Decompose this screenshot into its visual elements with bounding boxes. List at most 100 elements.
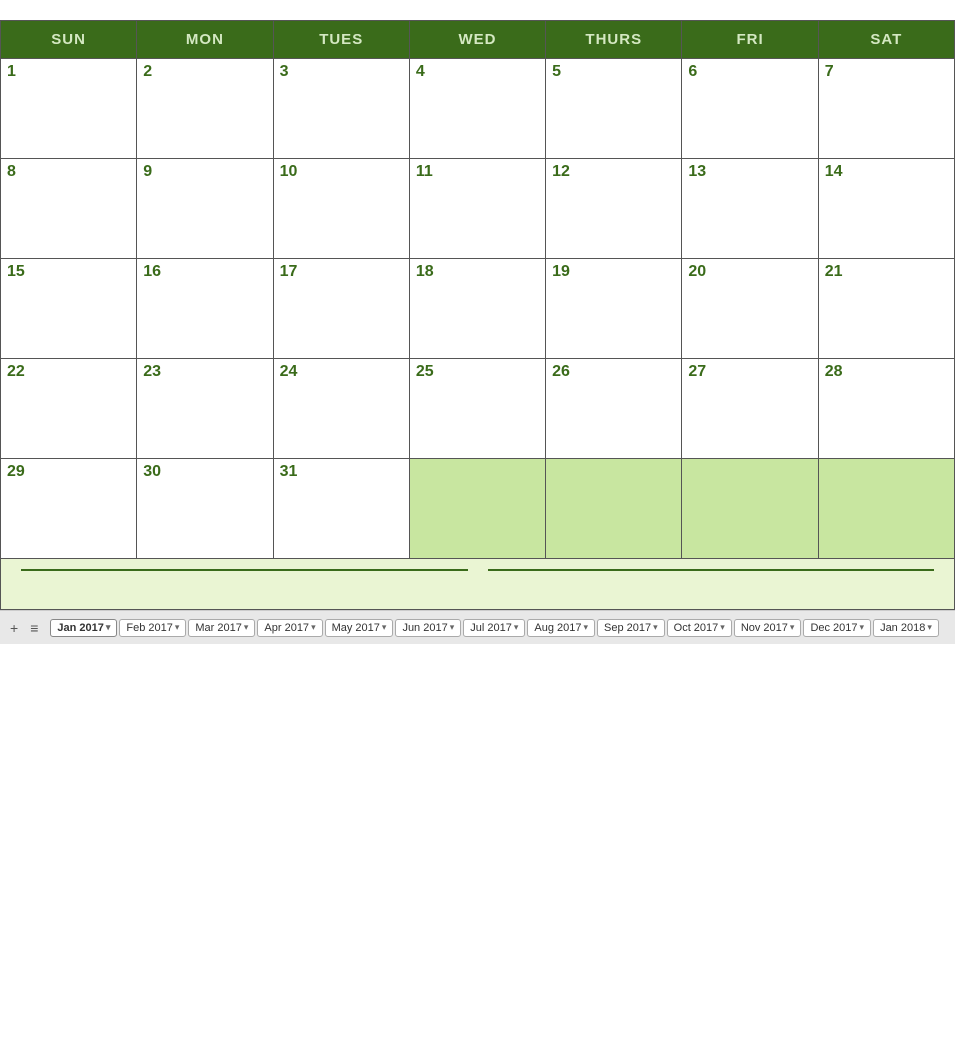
- day-number: 28: [825, 363, 843, 380]
- tab-bar[interactable]: + ≡ Jan 2017▾Feb 2017▾Mar 2017▾Apr 2017▾…: [0, 610, 955, 644]
- weekday-header: THURS: [546, 21, 682, 59]
- calendar-week-row: 1 2 3 4 5 6 7: [1, 59, 955, 159]
- calendar-cell[interactable]: 13: [682, 159, 818, 259]
- calendar-cell[interactable]: 6: [682, 59, 818, 159]
- calendar-cell[interactable]: 14: [818, 159, 954, 259]
- tab-dropdown-arrow[interactable]: ▾: [653, 622, 658, 633]
- tab-icons: + ≡: [6, 618, 42, 638]
- add-sheet-button[interactable]: +: [6, 618, 22, 638]
- calendar-cell[interactable]: 1: [1, 59, 137, 159]
- calendar-cell[interactable]: 24: [273, 359, 409, 459]
- calendar-week-row: 15 16171819 20 21: [1, 259, 955, 359]
- tab-dropdown-arrow[interactable]: ▾: [720, 622, 725, 633]
- sheet-tab[interactable]: Aug 2017▾: [527, 619, 595, 637]
- sheet-tab[interactable]: Jan 2017▾: [50, 619, 117, 637]
- calendar-cell[interactable]: 9: [137, 159, 273, 259]
- tab-dropdown-arrow[interactable]: ▾: [106, 622, 111, 633]
- calendar-cell[interactable]: 8: [1, 159, 137, 259]
- day-number: 14: [825, 163, 843, 180]
- calendar-cell[interactable]: 11: [409, 159, 545, 259]
- sheet-tab[interactable]: Mar 2017▾: [188, 619, 255, 637]
- tab-dropdown-arrow[interactable]: ▾: [860, 622, 865, 633]
- calendar-cell[interactable]: 29: [1, 459, 137, 559]
- day-number: 29: [7, 463, 25, 480]
- tab-label: Jun 2017: [402, 622, 447, 634]
- sheet-tab[interactable]: Dec 2017▾: [803, 619, 871, 637]
- sheet-tab[interactable]: Sep 2017▾: [597, 619, 665, 637]
- day-number: 25: [416, 363, 434, 380]
- calendar-cell[interactable]: 18: [409, 259, 545, 359]
- calendar-cell[interactable]: 16: [137, 259, 273, 359]
- calendar-grid: SUNMONTUESWEDTHURSFRISAT 123456789101112…: [0, 20, 955, 559]
- sheet-tab[interactable]: Oct 2017▾: [667, 619, 732, 637]
- calendar-cell[interactable]: 2: [137, 59, 273, 159]
- sheet-tab[interactable]: Jan 2018▾: [873, 619, 939, 637]
- tab-dropdown-arrow[interactable]: ▾: [927, 622, 932, 633]
- sheet-tab[interactable]: Jul 2017▾: [463, 619, 525, 637]
- notes-line-left: [21, 569, 468, 571]
- day-number: 6: [688, 63, 697, 80]
- calendar-cell[interactable]: 20: [682, 259, 818, 359]
- calendar-cell[interactable]: 28: [818, 359, 954, 459]
- weekday-header-row: SUNMONTUESWEDTHURSFRISAT: [1, 21, 955, 59]
- sheet-tab[interactable]: Jun 2017▾: [395, 619, 461, 637]
- tab-label: Jan 2017: [57, 622, 103, 634]
- calendar-cell[interactable]: 21: [818, 259, 954, 359]
- day-number: 13: [688, 163, 706, 180]
- tab-dropdown-arrow[interactable]: ▾: [514, 622, 519, 633]
- calendar-cell[interactable]: 5: [546, 59, 682, 159]
- calendar-cell[interactable]: [546, 459, 682, 559]
- tab-dropdown-arrow[interactable]: ▾: [790, 622, 795, 633]
- calendar-cell[interactable]: [409, 459, 545, 559]
- calendar-cell[interactable]: 17: [273, 259, 409, 359]
- calendar-cell[interactable]: 25: [409, 359, 545, 459]
- weekday-header: SAT: [818, 21, 954, 59]
- day-number: 24: [280, 363, 298, 380]
- day-number: 8: [7, 163, 16, 180]
- tab-dropdown-arrow[interactable]: ▾: [382, 622, 387, 633]
- tab-label: Dec 2017: [810, 622, 857, 634]
- day-number: 4: [416, 63, 425, 80]
- tab-label: May 2017: [332, 622, 380, 634]
- weekday-header: WED: [409, 21, 545, 59]
- sheet-tab[interactable]: Feb 2017▾: [119, 619, 186, 637]
- calendar-cell[interactable]: 7: [818, 59, 954, 159]
- tab-label: Jan 2018: [880, 622, 925, 634]
- tab-dropdown-arrow[interactable]: ▾: [244, 622, 249, 633]
- calendar-cell[interactable]: 10: [273, 159, 409, 259]
- day-number: 23: [143, 363, 161, 380]
- day-number: 20: [688, 263, 706, 280]
- weekday-header: MON: [137, 21, 273, 59]
- tab-dropdown-arrow[interactable]: ▾: [175, 622, 180, 633]
- calendar-cell[interactable]: 22: [1, 359, 137, 459]
- sheet-tab[interactable]: Nov 2017▾: [734, 619, 802, 637]
- tab-label: Jul 2017: [470, 622, 512, 634]
- day-number: 2: [143, 63, 152, 80]
- calendar-cell[interactable]: 27: [682, 359, 818, 459]
- tab-dropdown-arrow[interactable]: ▾: [450, 622, 455, 633]
- calendar-cell[interactable]: 26: [546, 359, 682, 459]
- calendar-cell[interactable]: 23: [137, 359, 273, 459]
- sheet-tab[interactable]: Apr 2017▾: [257, 619, 322, 637]
- calendar-cell[interactable]: [682, 459, 818, 559]
- calendar-cell[interactable]: 4: [409, 59, 545, 159]
- day-number: 1: [7, 63, 16, 80]
- day-number: 7: [825, 63, 834, 80]
- day-number: 5: [552, 63, 561, 80]
- calendar-cell[interactable]: 31: [273, 459, 409, 559]
- sheet-list-button[interactable]: ≡: [26, 618, 42, 638]
- day-number: 15: [7, 263, 25, 280]
- calendar-cell[interactable]: 30: [137, 459, 273, 559]
- calendar-cell[interactable]: 15: [1, 259, 137, 359]
- calendar-cell[interactable]: 12: [546, 159, 682, 259]
- calendar-cell[interactable]: [818, 459, 954, 559]
- tab-dropdown-arrow[interactable]: ▾: [311, 622, 316, 633]
- tab-dropdown-arrow[interactable]: ▾: [583, 622, 588, 633]
- calendar-cell[interactable]: 19: [546, 259, 682, 359]
- tab-label: Mar 2017: [195, 622, 241, 634]
- calendar-cell[interactable]: 3: [273, 59, 409, 159]
- tab-label: Feb 2017: [126, 622, 172, 634]
- day-number: 3: [280, 63, 289, 80]
- day-number: 22: [7, 363, 25, 380]
- sheet-tab[interactable]: May 2017▾: [325, 619, 394, 637]
